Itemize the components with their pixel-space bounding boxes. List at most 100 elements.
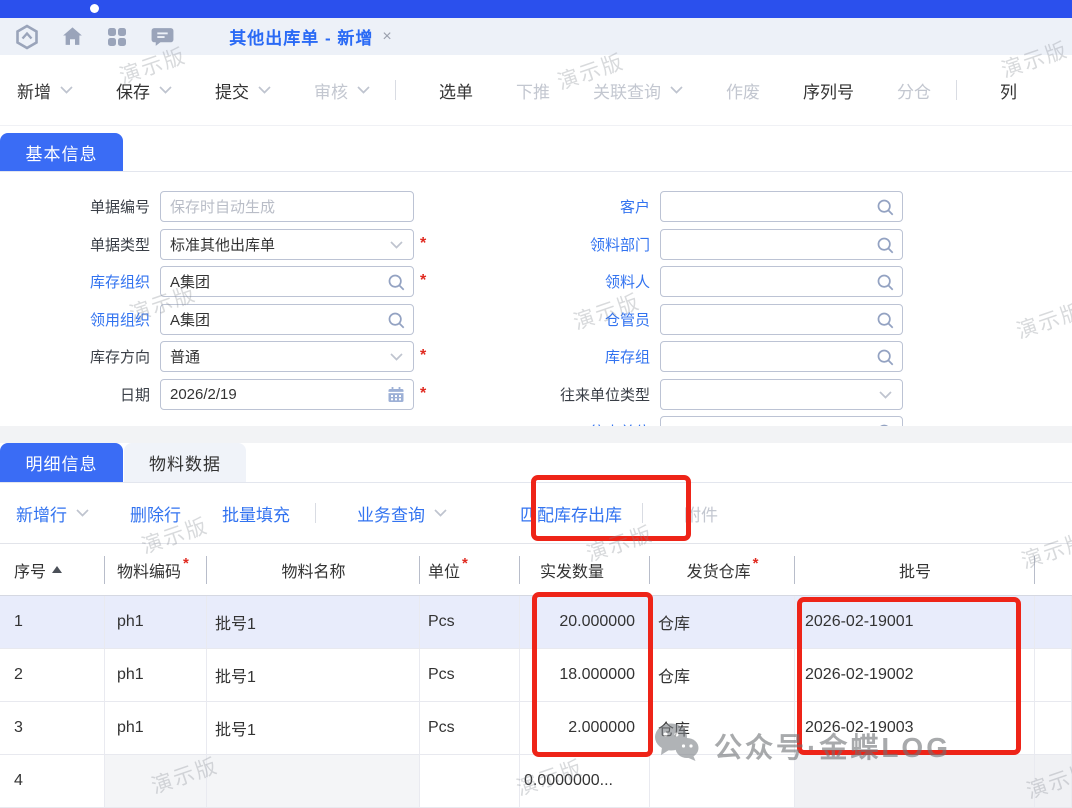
cell-qty[interactable]: 2.000000 <box>520 702 650 754</box>
cell-unit[interactable]: Pcs <box>420 649 520 701</box>
column-header-extra[interactable] <box>1035 544 1072 595</box>
detail-grid: 序号物料编码*物料名称单位*实发数量发货仓库*批号1ph1批号1Pcs20.00… <box>0 543 1072 808</box>
cell-batch[interactable] <box>795 755 1035 807</box>
search-icon[interactable] <box>876 348 895 367</box>
cell-unit[interactable] <box>420 755 520 807</box>
action-button-匹配库存出库[interactable]: 匹配库存出库 <box>520 501 622 526</box>
cell-qty[interactable]: 0.0000000... <box>520 755 650 807</box>
cell-batch[interactable]: 2026-02-19001 <box>795 596 1035 648</box>
cell-seq[interactable]: 1 <box>0 596 105 648</box>
toolbar-button-提交[interactable]: 提交 <box>215 78 271 103</box>
cell-code[interactable] <box>105 755 207 807</box>
toolbar-button-label: 审核 <box>314 78 348 103</box>
cell-unit[interactable]: Pcs <box>420 702 520 754</box>
field-label-客户[interactable]: 客户 <box>498 196 650 217</box>
cell-seq[interactable]: 3 <box>0 702 105 754</box>
tab-basic-info[interactable]: 基本信息 <box>0 133 123 172</box>
cell-seq[interactable]: 4 <box>0 755 105 807</box>
field-row-仓管员: 仓管员 <box>0 304 1072 335</box>
cell-warehouse[interactable] <box>650 755 795 807</box>
action-button-批量填充[interactable]: 批量填充 <box>222 501 290 526</box>
column-header-物料编码[interactable]: 物料编码* <box>105 544 207 595</box>
cell-name[interactable]: 批号1 <box>207 596 420 648</box>
chevron-down-icon <box>434 509 447 517</box>
table-row-2[interactable]: 2ph1批号1Pcs18.000000仓库2026-02-19002 <box>0 649 1072 702</box>
cell-warehouse[interactable]: 仓库 <box>650 649 795 701</box>
action-button-label: 新增行 <box>16 501 67 526</box>
field-label-往来单位类型: 往来单位类型 <box>498 384 650 405</box>
field-input-领料人[interactable] <box>660 266 903 297</box>
cell-batch[interactable]: 2026-02-19002 <box>795 649 1035 701</box>
form-scroll-gap <box>0 426 1072 443</box>
toolbar-button-序列号[interactable]: 序列号 <box>803 78 854 103</box>
field-input-客户[interactable] <box>660 191 903 222</box>
field-input-仓管员[interactable] <box>660 304 903 335</box>
column-header-实发数量[interactable]: 实发数量 <box>520 544 650 595</box>
field-label-领料人[interactable]: 领料人 <box>498 271 650 292</box>
actions-divider <box>315 503 316 523</box>
toolbar-button-label: 选单 <box>439 78 473 103</box>
field-row-往来单位类型: 往来单位类型 <box>0 379 1072 410</box>
cell-batch[interactable]: 2026-02-19003 <box>795 702 1035 754</box>
column-header-序号[interactable]: 序号 <box>0 544 105 595</box>
document-tab[interactable]: 其他出库单 - 新增 × <box>196 18 425 55</box>
field-row-客户: 客户 <box>0 191 1072 222</box>
cell-warehouse[interactable]: 仓库 <box>650 702 795 754</box>
cell-name[interactable]: 批号1 <box>207 702 420 754</box>
home-icon[interactable] <box>59 24 85 50</box>
field-label-库存组[interactable]: 库存组 <box>498 346 650 367</box>
field-label-仓管员[interactable]: 仓管员 <box>498 309 650 330</box>
window-dot <box>90 4 99 13</box>
sort-ascending-icon <box>52 566 62 573</box>
table-row-1[interactable]: 1ph1批号1Pcs20.000000仓库2026-02-19001 <box>0 596 1072 649</box>
search-icon[interactable] <box>876 236 895 255</box>
field-input-库存组[interactable] <box>660 341 903 372</box>
action-button-新增行[interactable]: 新增行 <box>16 501 89 526</box>
message-icon[interactable] <box>149 24 175 50</box>
toolbar-button-label: 列 <box>1000 78 1017 103</box>
table-row-4[interactable]: 4 0.0000000... <box>0 755 1072 808</box>
cell-code[interactable]: ph1 <box>105 649 207 701</box>
search-icon[interactable] <box>876 273 895 292</box>
cell-unit[interactable]: Pcs <box>420 596 520 648</box>
cell-extra[interactable] <box>1035 649 1072 701</box>
tab-明细信息[interactable]: 明细信息 <box>0 443 123 482</box>
toolbar-divider <box>395 80 396 100</box>
cell-code[interactable]: ph1 <box>105 702 207 754</box>
window-top-strip <box>0 0 1072 18</box>
kingdee-logo-icon[interactable] <box>14 24 40 50</box>
column-header-单位[interactable]: 单位* <box>420 544 520 595</box>
toolbar-button-新增[interactable]: 新增 <box>17 78 73 103</box>
column-header-物料名称[interactable]: 物料名称 <box>207 544 420 595</box>
apps-grid-icon[interactable] <box>104 24 130 50</box>
cell-qty[interactable]: 18.000000 <box>520 649 650 701</box>
toolbar-button-选单[interactable]: 选单 <box>439 78 473 103</box>
chevron-down-icon <box>60 86 73 94</box>
chevron-down-icon[interactable] <box>879 391 892 399</box>
toolbar-button-列[interactable]: 列 <box>1000 78 1017 103</box>
chevron-down-icon <box>670 86 683 94</box>
tab-物料数据[interactable]: 物料数据 <box>124 443 246 482</box>
cell-extra[interactable] <box>1035 596 1072 648</box>
cell-code[interactable]: ph1 <box>105 596 207 648</box>
cell-qty[interactable]: 20.000000 <box>520 596 650 648</box>
field-input-往来单位类型[interactable] <box>660 379 903 410</box>
cell-extra[interactable] <box>1035 702 1072 754</box>
column-header-批号[interactable]: 批号 <box>795 544 1035 595</box>
table-row-3[interactable]: 3ph1批号1Pcs2.000000仓库2026-02-19003 <box>0 702 1072 755</box>
column-header-发货仓库[interactable]: 发货仓库* <box>650 544 795 595</box>
action-button-业务查询[interactable]: 业务查询 <box>357 501 447 526</box>
search-icon[interactable] <box>876 198 895 217</box>
field-input-往来单位[interactable] <box>660 416 903 426</box>
cell-seq[interactable]: 2 <box>0 649 105 701</box>
cell-warehouse[interactable]: 仓库 <box>650 596 795 648</box>
field-input-领料部门[interactable] <box>660 229 903 260</box>
toolbar-button-保存[interactable]: 保存 <box>116 78 172 103</box>
action-button-删除行[interactable]: 删除行 <box>130 501 181 526</box>
cell-name[interactable] <box>207 755 420 807</box>
cell-name[interactable]: 批号1 <box>207 649 420 701</box>
tab-close-icon[interactable]: × <box>382 28 391 46</box>
field-label-领料部门[interactable]: 领料部门 <box>498 234 650 255</box>
search-icon[interactable] <box>876 311 895 330</box>
cell-extra[interactable] <box>1035 755 1072 807</box>
